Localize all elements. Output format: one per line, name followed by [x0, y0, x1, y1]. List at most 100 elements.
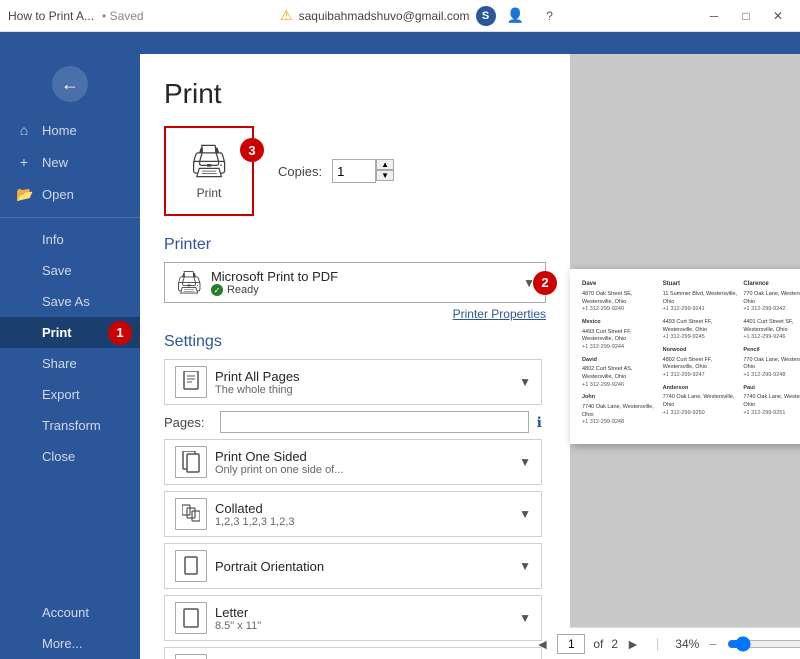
sidebar-item-label: Close — [42, 449, 75, 464]
pages-input[interactable] — [220, 411, 529, 433]
sides-arrow: ▼ — [519, 455, 531, 469]
prev-page-button[interactable]: ◄ — [535, 636, 549, 652]
sidebar-item-home[interactable]: ⌂ Home — [0, 114, 140, 146]
titlebar-center: ⚠ saquibahmadshuvo@gmail.com S 👤 ? — [280, 5, 564, 27]
orientation-main: Portrait Orientation — [215, 559, 511, 574]
sidebar-item-label: Print — [42, 325, 72, 340]
settings-panel: Print All Pages The whole thing ▼ Pages:… — [164, 359, 546, 659]
sidebar-item-label: Info — [42, 232, 64, 247]
orientation-arrow: ▼ — [519, 559, 531, 573]
setting-paper[interactable]: Letter 8.5" x 11" ▼ — [164, 595, 542, 641]
paper-icon — [175, 602, 207, 634]
zoom-slider[interactable] — [727, 636, 800, 652]
minimize-button[interactable]: ─ — [700, 5, 728, 27]
step-badge-2: 2 — [533, 271, 557, 295]
collate-arrow: ▼ — [519, 507, 531, 521]
setting-pages-range[interactable]: Print All Pages The whole thing ▼ — [164, 359, 542, 405]
printer-name: Microsoft Print to PDF — [211, 269, 515, 284]
setting-margins[interactable]: Custom Margins ▼ — [164, 647, 542, 659]
sidebar: ← ⌂ Home + New 📂 Open Info Save Save As — [0, 54, 140, 659]
printer-selector[interactable]: 🖨 Microsoft Print to PDF Ready ▼ 2 — [164, 262, 546, 303]
copies-up-button[interactable]: ▲ — [376, 159, 394, 170]
pages-range-icon — [175, 366, 207, 398]
col-header: Stuart — [663, 281, 738, 287]
main-area: ← ⌂ Home + New 📂 Open Info Save Save As — [0, 54, 800, 659]
print-button[interactable]: 🖨 Print 3 — [164, 126, 254, 216]
titlebar: How to Print A... • Saved ⚠ saquibahmads… — [0, 0, 800, 32]
printer-info: Microsoft Print to PDF Ready — [211, 269, 515, 296]
sidebar-item-label: More... — [42, 636, 82, 651]
print-button-area: 🖨 Print 3 Copies: ▲ ▼ — [164, 126, 546, 216]
sidebar-item-label: Share — [42, 356, 77, 371]
print-btn-label: Print — [197, 186, 222, 200]
sidebar-item-save[interactable]: Save — [0, 255, 140, 286]
preview-col-1: Dave 4870 Oak Street SE, Westersville, O… — [582, 281, 657, 432]
preview-paper: Dave 4870 Oak Street SE, Westersville, O… — [570, 269, 800, 444]
close-button[interactable]: ✕ — [764, 5, 792, 27]
settings-section-label: Settings — [164, 333, 546, 351]
sidebar-item-label: Save — [42, 263, 72, 278]
page-total: 2 — [611, 637, 618, 651]
setting-collate[interactable]: Collated 1,2,3 1,2,3 1,2,3 ▼ — [164, 491, 542, 537]
sidebar-item-new[interactable]: + New — [0, 146, 140, 178]
paper-sub: 8.5" x 11" — [215, 620, 511, 632]
paper-main: Letter — [215, 605, 511, 620]
copies-down-button[interactable]: ▼ — [376, 170, 394, 181]
home-icon: ⌂ — [16, 122, 32, 138]
preview-entry: Paul 7740 Oak Lane, Westersville, Ohio +… — [743, 385, 800, 418]
printer-icon: 🖨 — [189, 142, 230, 180]
preview-entry: Norwood 4802 Curt Street FF, Westersvill… — [663, 347, 738, 380]
preview-col-3: Clarence 770 Oak Lane, Westersville, Ohi… — [743, 281, 800, 432]
sidebar-item-info[interactable]: Info — [0, 224, 140, 255]
separator: | — [656, 636, 659, 651]
titlebar-controls: ─ □ ✕ — [700, 5, 792, 27]
sidebar-item-close[interactable]: Close — [0, 441, 140, 472]
sidebar-item-account[interactable]: Account — [0, 597, 140, 628]
preview-entry: Mexico 4493 Curt Street FF, Westersville… — [582, 319, 657, 352]
sidebar-item-export[interactable]: Export — [0, 379, 140, 410]
sidebar-item-share[interactable]: Share — [0, 348, 140, 379]
back-button[interactable]: ← — [52, 66, 88, 102]
copies-spinner: ▲ ▼ — [376, 159, 394, 183]
preview-entry: 4870 Oak Street SE, Westersville, Ohio +… — [582, 291, 657, 314]
help-button[interactable]: ? — [536, 5, 564, 27]
page-of-label: of — [593, 637, 603, 651]
ribbon — [0, 32, 800, 54]
sides-text: Print One Sided Only print on one side o… — [215, 449, 511, 476]
preview-col-2: Stuart 11 Summer Blvd, Westersville, Ohi… — [663, 281, 738, 432]
sidebar-item-print[interactable]: Print 1 — [0, 317, 140, 348]
pages-info-icon[interactable]: ℹ — [537, 414, 542, 431]
page-number-input[interactable] — [557, 634, 585, 654]
sidebar-item-label: Open — [42, 187, 74, 202]
new-icon: + — [16, 154, 32, 170]
preview-entry: 4401 Curt Street SF, Westersville, Ohio … — [743, 319, 800, 342]
setting-orientation[interactable]: Portrait Orientation ▼ — [164, 543, 542, 589]
copies-area: Copies: ▲ ▼ — [278, 159, 394, 183]
margins-icon — [175, 654, 207, 659]
status-dot — [211, 284, 223, 296]
preview-entry: David 4802 Curt Street AS, Westersville,… — [582, 357, 657, 390]
copies-input[interactable] — [332, 159, 376, 183]
collate-text: Collated 1,2,3 1,2,3 1,2,3 — [215, 501, 511, 528]
sidebar-item-label: Export — [42, 387, 80, 402]
sidebar-item-transform[interactable]: Transform — [0, 410, 140, 441]
zoom-minus-icon: – — [709, 636, 716, 651]
content-area: Print 🖨 Print 3 Copies: ▲ ▼ — [140, 54, 800, 659]
restore-button[interactable]: □ — [732, 5, 760, 27]
printer-section-label: Printer — [164, 236, 546, 254]
sidebar-item-more[interactable]: More... — [0, 628, 140, 659]
zoom-label: 34% — [675, 637, 699, 651]
printer-device-icon: 🖨 — [175, 270, 203, 296]
profile-button[interactable]: 👤 — [502, 5, 530, 27]
next-page-button[interactable]: ► — [626, 636, 640, 652]
sidebar-item-saveas[interactable]: Save As — [0, 286, 140, 317]
sidebar-bottom: Account More... — [0, 597, 140, 659]
avatar[interactable]: S — [476, 6, 496, 26]
setting-sides[interactable]: Print One Sided Only print on one side o… — [164, 439, 542, 485]
printer-status: Ready — [211, 284, 515, 296]
pages-range-text: Print All Pages The whole thing — [215, 369, 511, 396]
sidebar-item-open[interactable]: 📂 Open — [0, 178, 140, 211]
printer-properties-link[interactable]: Printer Properties — [164, 307, 546, 321]
preview-entry: 11 Summer Blvd, Westersville, Ohio +1 31… — [663, 291, 738, 314]
sides-sub: Only print on one side of... — [215, 464, 511, 476]
